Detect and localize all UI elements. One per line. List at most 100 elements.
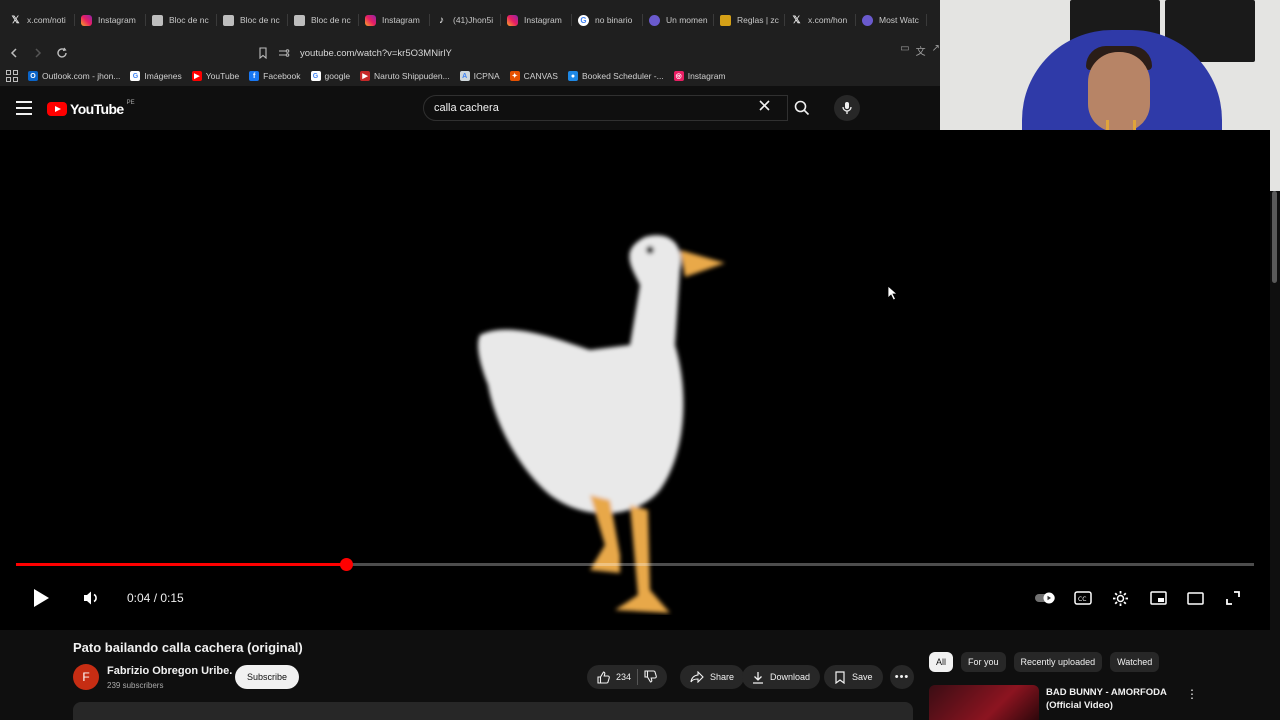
bookmark-item[interactable]: O Outlook.com - jhon... — [28, 71, 120, 81]
instagram-icon — [507, 14, 518, 26]
browser-tab-bar: 𝕏x.com/noti Instagram Bloc de nc Bloc de nc… — [0, 0, 940, 40]
translate-icon[interactable]: 文 — [916, 43, 926, 58]
country-code: PE — [126, 100, 135, 106]
rules-icon — [720, 14, 731, 26]
bookmark-item[interactable]: G Imágenes — [130, 71, 182, 81]
menu-icon[interactable] — [16, 101, 32, 115]
volume-button[interactable] — [78, 585, 104, 611]
bookmark-item[interactable]: ▶ Naruto Shippuden... — [360, 71, 450, 81]
tab-label: Bloc de nc — [311, 15, 351, 25]
browser-tab[interactable]: Un momen — [643, 6, 714, 34]
browser-tab[interactable]: Most Watc — [856, 6, 927, 34]
bookmark-item[interactable]: ✦ CANVAS — [509, 71, 558, 81]
miniplayer-button[interactable] — [1147, 585, 1169, 611]
cast-icon[interactable]: ▭ — [900, 43, 909, 58]
progress-scrubber[interactable] — [340, 558, 354, 571]
browser-tab[interactable]: ♪ (41)Jhon5i — [430, 6, 501, 34]
subscriber-count: 239 subscribers — [107, 681, 164, 690]
settings-button[interactable] — [1109, 585, 1131, 611]
like-count: 234 — [616, 672, 632, 682]
theater-mode-button[interactable] — [1184, 585, 1206, 611]
youtube-logo[interactable]: YouTube PE — [47, 100, 135, 117]
bookmarks-bar: O Outlook.com - jhon... G Imágenes ▶ YouTube f… — [0, 66, 940, 86]
bookmark-favicon-icon: O — [28, 71, 38, 81]
channel-name[interactable]: Fabrizio Obregon Uribe. — [107, 665, 232, 677]
address-bar[interactable]: youtube.com/watch?v=kr5O3MNirlY — [258, 43, 898, 63]
share-page-icon[interactable]: ↗ — [932, 43, 940, 58]
channel-avatar[interactable]: F — [73, 664, 99, 690]
tab-label: Instagram — [524, 15, 562, 25]
time-display: 0:04 / 0:15 — [127, 591, 184, 605]
browser-tab[interactable]: Bloc de nc — [146, 6, 217, 34]
bookmark-icon[interactable] — [258, 47, 268, 59]
zoom-icon — [862, 14, 873, 26]
captions-button[interactable]: CC — [1072, 585, 1094, 611]
bookmark-item[interactable]: A ICPNA — [459, 71, 500, 81]
bookmark-label: google — [324, 71, 351, 81]
fullscreen-button[interactable] — [1222, 585, 1244, 611]
search-button[interactable] — [788, 95, 816, 121]
share-icon — [690, 671, 704, 683]
google-icon: G — [578, 14, 589, 26]
forward-icon[interactable] — [28, 43, 48, 63]
bookmark-item[interactable]: ◎ Instagram — [673, 71, 726, 81]
filter-chip[interactable]: For you — [961, 652, 1006, 672]
video-player[interactable]: 0:04 / 0:15 CC — [0, 130, 1270, 630]
url-text[interactable]: youtube.com/watch?v=kr5O3MNirlY — [300, 48, 452, 59]
progress-bar[interactable] — [16, 558, 1254, 571]
more-actions-icon[interactable]: ••• — [890, 665, 914, 689]
reload-icon[interactable] — [52, 43, 72, 63]
site-info-icon[interactable] — [278, 48, 290, 58]
miniplayer-icon — [1149, 591, 1167, 605]
download-button[interactable]: Download — [742, 665, 821, 689]
filter-chip[interactable]: Watched — [1110, 652, 1160, 672]
browser-tab[interactable]: 𝕏x.com/noti — [4, 6, 75, 34]
doc-icon — [223, 14, 234, 26]
captions-icon: CC — [1074, 591, 1092, 605]
browser-tab[interactable]: Instagram — [75, 6, 146, 34]
bookmark-item[interactable]: f Facebook — [249, 71, 301, 81]
like-button[interactable]: 234 — [597, 670, 632, 684]
subscribe-button[interactable]: Subscribe — [235, 665, 299, 689]
description-box[interactable] — [73, 702, 913, 720]
recommended-video-thumbnail[interactable] — [929, 685, 1039, 720]
like-divider — [637, 669, 639, 685]
filter-chip[interactable]: Recently uploaded — [1013, 652, 1103, 672]
scrollbar-thumb[interactable] — [1272, 191, 1277, 283]
apps-grid-icon[interactable] — [6, 70, 18, 82]
autoplay-icon — [1035, 592, 1055, 604]
browser-tab[interactable]: Reglas | zc — [714, 6, 785, 34]
filter-chip[interactable]: All — [929, 652, 954, 672]
recommended-video-menu-icon[interactable]: ⋮ — [1186, 687, 1198, 701]
search-value[interactable]: calla cachera — [434, 102, 499, 114]
bookmark-favicon-icon: ▶ — [360, 71, 371, 81]
save-playlist-icon — [835, 670, 845, 684]
clear-search-icon[interactable] — [759, 98, 770, 115]
browser-tab[interactable]: 𝕏x.com/hon — [785, 6, 856, 34]
autoplay-toggle[interactable] — [1034, 585, 1058, 611]
browser-tab[interactable]: Bloc de nc — [288, 6, 359, 34]
thumbs-up-icon — [597, 670, 610, 684]
recommended-video-title[interactable]: BAD BUNNY - AMORFODA (Official Video) — [1046, 686, 1186, 712]
bookmark-item[interactable]: Ggoogle — [310, 71, 351, 81]
back-icon[interactable] — [4, 43, 24, 63]
gear-icon — [1112, 590, 1128, 606]
share-button[interactable]: Share — [680, 665, 745, 689]
browser-tab[interactable]: Gno binario — [572, 6, 643, 34]
save-button[interactable]: Save — [824, 665, 883, 689]
browser-tab[interactable]: Instagram — [359, 6, 430, 34]
tab-label: Most Watc — [879, 15, 919, 25]
bookmark-item[interactable]: ● Booked Scheduler -... — [567, 71, 664, 81]
screen: 𝕏x.com/noti Instagram Bloc de nc Bloc de nc… — [0, 0, 1280, 720]
dislike-button[interactable] — [644, 669, 657, 685]
instagram-icon — [81, 14, 92, 26]
search-input[interactable]: calla cachera — [423, 95, 788, 121]
page-scrollbar[interactable] — [1270, 191, 1280, 720]
progress-played — [16, 563, 347, 566]
play-button[interactable] — [28, 585, 54, 611]
bookmark-favicon-icon: A — [459, 71, 470, 81]
browser-tab[interactable]: Instagram — [501, 6, 572, 34]
voice-search-button[interactable] — [834, 95, 860, 121]
bookmark-item[interactable]: ▶ YouTube — [191, 71, 239, 81]
browser-tab[interactable]: Bloc de nc — [217, 6, 288, 34]
